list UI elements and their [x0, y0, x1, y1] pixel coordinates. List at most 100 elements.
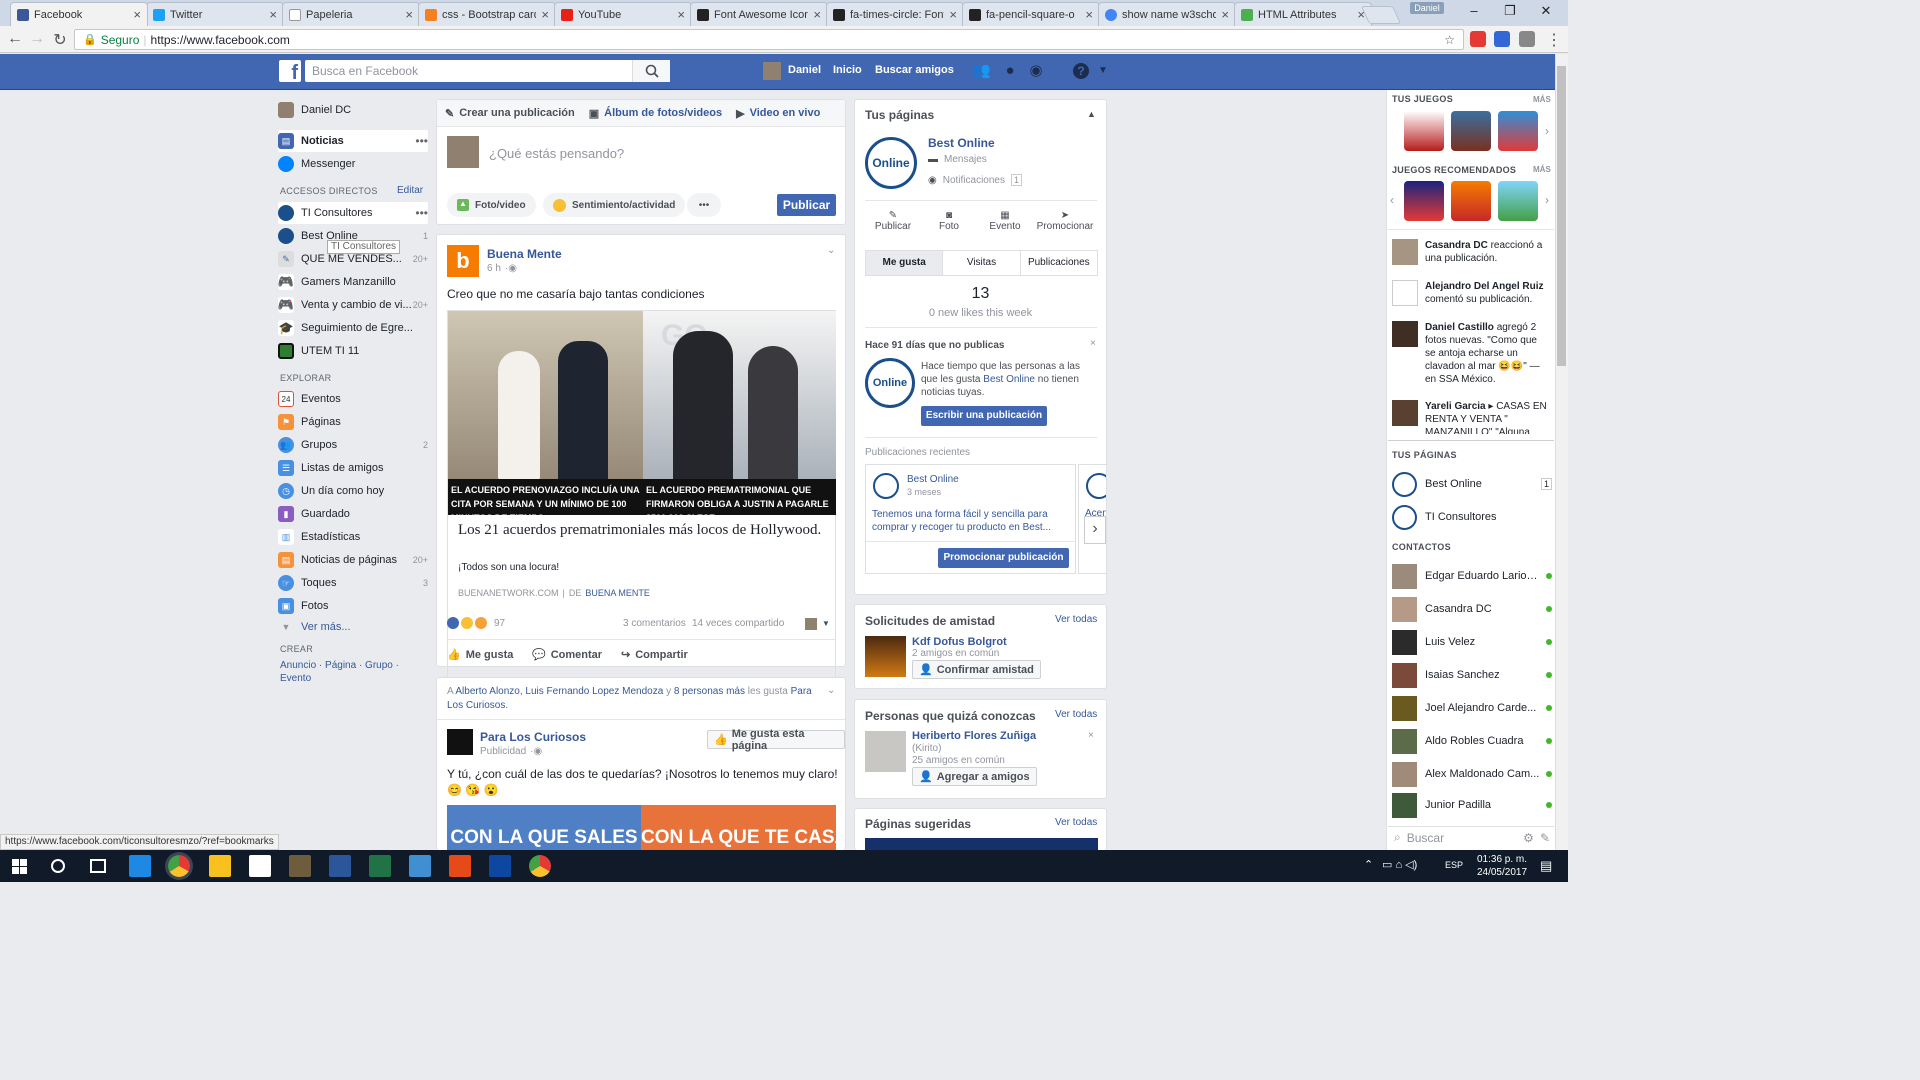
tab-create-post[interactable]: ✎ Crear una publicación — [445, 107, 575, 120]
chat-search-input[interactable]: ⌕ Buscar ⚙ ✎ — [1388, 826, 1554, 848]
excel-icon[interactable] — [369, 855, 391, 877]
game-dead-trigger-icon[interactable] — [1404, 111, 1444, 151]
inactive-page-link[interactable]: Best Online — [983, 374, 1035, 385]
close-icon[interactable]: × — [1221, 7, 1229, 22]
input-language[interactable]: ESP — [1445, 860, 1463, 870]
nav-profile[interactable]: Daniel DC — [278, 99, 428, 121]
tab-youtube[interactable]: YouTube × — [554, 2, 692, 26]
contact-item[interactable]: Alex Maldonado Cam... — [1392, 760, 1552, 788]
contact-item[interactable]: Aldo Robles Cuadra — [1392, 727, 1552, 755]
edit-shortcuts-link[interactable]: Editar — [397, 185, 423, 196]
promote-post-button[interactable]: Promocionar publicación — [938, 548, 1069, 568]
contact-item[interactable]: Luis Velez — [1392, 628, 1552, 656]
close-icon[interactable]: × — [269, 7, 277, 22]
confirm-friend-button[interactable]: 👤 Confirmar amistad — [912, 660, 1041, 679]
profile-link[interactable]: Daniel — [788, 64, 821, 76]
see-all-link[interactable]: Ver todas — [1055, 709, 1097, 720]
reactions-summary[interactable]: 97 — [447, 617, 505, 629]
tab-stackoverflow[interactable]: css - Bootstrap card × — [418, 2, 556, 26]
clock[interactable]: 01:36 p. m. 24/05/2017 — [1472, 853, 1532, 879]
link-by-page[interactable]: BUENA MENTE — [585, 588, 650, 598]
chevron-right-icon[interactable]: › — [1545, 193, 1549, 207]
chevron-down-icon[interactable]: ▼ — [822, 619, 830, 628]
task-view-icon[interactable] — [90, 859, 106, 873]
contact-item[interactable]: Edgar Eduardo Larios... — [1392, 562, 1552, 590]
chrome-icon[interactable] — [529, 855, 551, 877]
action-center-icon[interactable]: ▤ — [1540, 858, 1552, 874]
notifications-globe-icon[interactable]: ◉ — [1028, 63, 1044, 79]
nav-see-more[interactable]: ▼ Ver más... — [278, 616, 428, 638]
shortcut-seguimiento[interactable]: 🎓 Seguimiento de Egre... — [278, 317, 428, 339]
post-time[interactable]: 6 h ·◉ — [487, 263, 517, 274]
recent-post-card[interactable]: Best Online 3 meses Tenemos una forma fá… — [865, 464, 1076, 574]
chevron-up-icon[interactable]: ⌃ — [1364, 858, 1373, 871]
ticker-item[interactable]: Yareli Garcia ▸ CASAS EN RENTA Y VENTA "… — [1392, 400, 1548, 434]
more-options-icon[interactable]: ••• — [415, 206, 428, 220]
find-friends-link[interactable]: Buscar amigos — [875, 64, 954, 76]
cortana-icon[interactable] — [51, 859, 65, 873]
close-icon[interactable]: × — [1085, 7, 1093, 22]
menu-icon[interactable]: ⋮ — [1544, 30, 1564, 50]
social-names[interactable]: Alberto Alonzo, Luis Fernando Lopez Mend… — [455, 686, 663, 697]
close-icon[interactable]: × — [133, 7, 141, 22]
shares-count[interactable]: 14 veces compartido — [692, 618, 784, 629]
shortcut-venta-cambio[interactable]: 🎮 Venta y cambio de vi... 20+ — [278, 294, 428, 316]
game-icon[interactable] — [1451, 111, 1491, 151]
avatar[interactable] — [763, 62, 781, 80]
shortcut-utem[interactable]: UTEM TI 11 — [278, 340, 428, 362]
nav-insights[interactable]: ▥ Estadísticas — [278, 526, 428, 548]
like-page-button[interactable]: 👍 Me gusta esta página — [707, 728, 845, 752]
game-candy-crush-icon[interactable] — [1498, 111, 1538, 151]
contact-item[interactable]: Junior Padilla — [1392, 791, 1552, 819]
nav-photos[interactable]: ▣ Fotos — [278, 595, 428, 617]
sponsored-label[interactable]: Publicidad ·◉ — [480, 746, 542, 757]
contact-item[interactable]: Joel Alejandro Carde... — [1392, 694, 1552, 722]
help-icon[interactable]: ? — [1073, 63, 1089, 79]
social-more[interactable]: 8 personas más — [674, 686, 745, 697]
feeling-button[interactable]: Sentimiento/actividad — [543, 193, 686, 217]
tab-facebook[interactable]: Facebook × — [10, 2, 148, 26]
tab-fontawesome[interactable]: Font Awesome Icon × — [690, 2, 828, 26]
more-options-button[interactable]: ••• — [687, 193, 721, 217]
mutual-friends[interactable]: 25 amigos en común — [912, 755, 1005, 766]
avatar[interactable] — [865, 731, 906, 772]
close-icon[interactable]: × — [813, 7, 821, 22]
tab-posts[interactable]: Publicaciones — [1021, 251, 1097, 275]
create-links[interactable]: Anuncio · Página · Grupo · Evento — [280, 659, 430, 685]
fb-search-input[interactable]: Busca en Facebook — [305, 60, 670, 82]
promote-action[interactable]: ➤ Promocionar — [1033, 210, 1097, 232]
collapse-icon[interactable]: ▲ — [1087, 109, 1096, 119]
page-logo[interactable]: b — [447, 245, 479, 277]
close-icon[interactable]: × — [1090, 338, 1096, 349]
tab-fa-times-circle[interactable]: fa-times-circle: Font × — [826, 2, 964, 26]
app-icon[interactable] — [409, 855, 431, 877]
windows-start-icon[interactable] — [12, 859, 27, 874]
composer-input[interactable]: ¿Qué estás pensando? — [489, 146, 624, 161]
games-more-link[interactable]: MÁS — [1533, 95, 1551, 104]
nav-pages[interactable]: ⚑ Páginas — [278, 411, 428, 433]
avatar[interactable] — [865, 636, 906, 677]
tab-live-video[interactable]: ▶ Video en vivo — [736, 107, 820, 120]
game-icon[interactable] — [1498, 181, 1538, 221]
search-button[interactable] — [632, 60, 670, 82]
chevron-down-icon[interactable]: ⌄ — [827, 685, 835, 696]
post-author[interactable]: Para Los Curiosos — [480, 730, 586, 744]
nav-friend-lists[interactable]: ☰ Listas de amigos — [278, 457, 428, 479]
reload-icon[interactable]: ↻ — [50, 30, 70, 50]
tab-papeleria[interactable]: Papeleria × — [282, 2, 420, 26]
shortcut-ti-consultores[interactable]: TI Consultores ••• — [278, 202, 428, 224]
tab-w3schools[interactable]: HTML Attributes × — [1234, 2, 1372, 26]
write-post-button[interactable]: Escribir una publicación — [921, 406, 1047, 426]
chevron-down-icon[interactable]: ⌄ — [827, 245, 835, 256]
page-logo[interactable] — [447, 729, 473, 755]
nav-groups[interactable]: 👥 Grupos 2 — [278, 434, 428, 456]
chevron-down-icon[interactable]: ▼ — [1095, 63, 1111, 79]
friend-requests-icon[interactable]: 👥 — [972, 63, 991, 79]
app-icon[interactable] — [289, 855, 311, 877]
compose-icon[interactable]: ✎ — [1540, 831, 1550, 845]
publish-button[interactable]: Publicar — [777, 194, 836, 216]
edge-icon[interactable] — [129, 855, 151, 877]
event-action[interactable]: ▦ Evento — [977, 210, 1033, 232]
browser-profile-badge[interactable]: Daniel — [1410, 2, 1444, 14]
avatar[interactable] — [805, 618, 817, 630]
